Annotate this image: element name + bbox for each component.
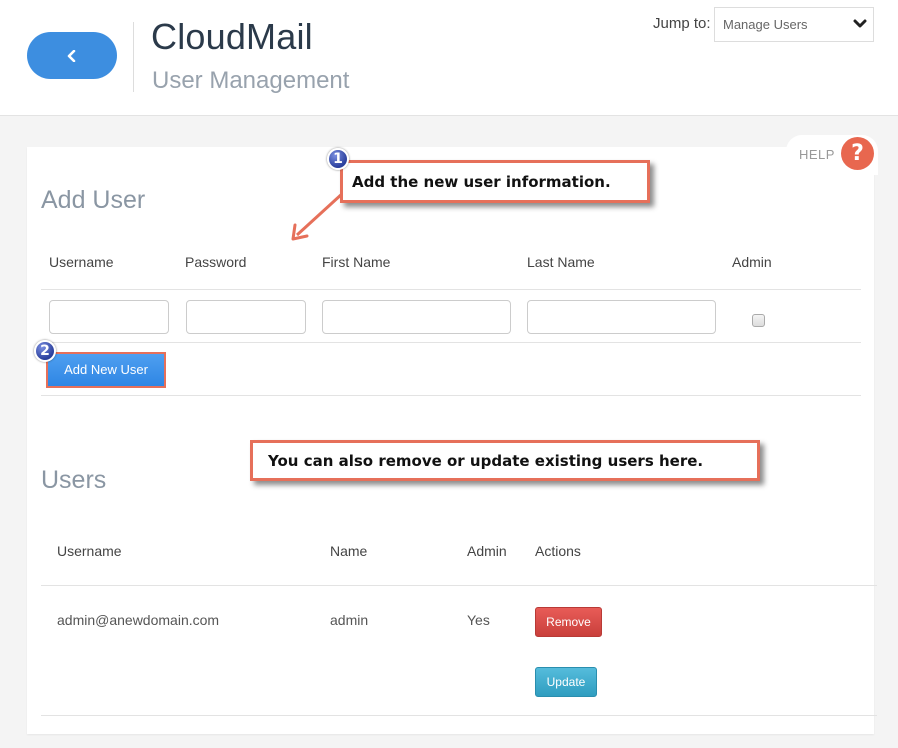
users-col-username: Username	[57, 543, 122, 559]
divider	[41, 289, 861, 290]
header-divider	[133, 22, 134, 92]
app-header: CloudMail User Management Jump to: Manag…	[0, 0, 898, 116]
add-user-heading: Add User	[41, 186, 146, 214]
step-2-badge: 2	[34, 340, 56, 362]
users-col-name: Name	[330, 543, 368, 559]
jump-to-select[interactable]: Manage Users	[714, 7, 874, 42]
chevron-left-icon	[67, 49, 76, 62]
chevron-down-icon	[853, 19, 867, 28]
col-first-name: First Name	[322, 254, 391, 270]
divider	[41, 342, 861, 343]
row-username: admin@anewdomain.com	[57, 612, 220, 628]
col-username: Username	[49, 254, 114, 270]
callout-remove-update: You can also remove or update existing u…	[250, 440, 760, 481]
col-password: Password	[185, 254, 247, 270]
remove-user-button[interactable]: Remove	[535, 607, 602, 637]
help-question-icon[interactable]: ?	[841, 137, 874, 170]
app-title: CloudMail	[151, 16, 313, 57]
last-name-input[interactable]	[527, 300, 716, 334]
divider	[41, 585, 877, 586]
jump-to-label: Jump to:	[653, 15, 711, 32]
row-name: admin	[330, 612, 369, 628]
username-input[interactable]	[49, 300, 169, 334]
users-heading: Users	[41, 466, 107, 494]
col-admin: Admin	[732, 254, 772, 270]
add-new-user-button[interactable]: Add New User	[48, 354, 164, 386]
back-button[interactable]	[27, 32, 117, 79]
help-label[interactable]: HELP	[799, 147, 835, 162]
password-input[interactable]	[186, 300, 306, 334]
update-user-button[interactable]: Update	[535, 667, 597, 697]
first-name-input[interactable]	[322, 300, 511, 334]
col-last-name: Last Name	[527, 254, 595, 270]
users-col-actions: Actions	[535, 543, 581, 559]
jump-to-selected-value: Manage Users	[723, 17, 808, 32]
divider	[41, 715, 877, 716]
divider	[41, 395, 861, 396]
row-admin: Yes	[467, 612, 490, 628]
callout-add-user-info: Add the new user information.	[340, 160, 650, 203]
users-col-admin: Admin	[467, 543, 507, 559]
step-1-badge: 1	[327, 148, 349, 170]
admin-checkbox[interactable]	[752, 314, 765, 327]
page-subtitle: User Management	[152, 67, 350, 94]
